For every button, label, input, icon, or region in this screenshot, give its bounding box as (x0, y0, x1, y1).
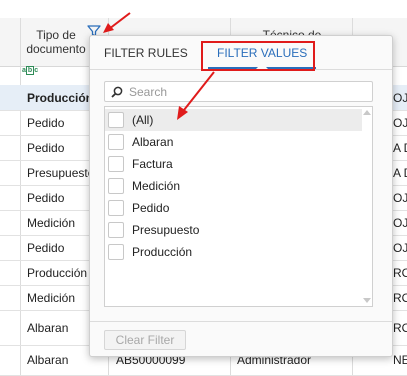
filter-value-item[interactable]: Factura (105, 153, 362, 175)
cell-truncated-column: OJ (393, 215, 407, 230)
cell-tipo-documento: Producción (27, 265, 88, 280)
filter-tabs: FILTER RULES FILTER VALUES (90, 36, 392, 71)
search-input[interactable] (129, 84, 365, 99)
cell-tipo-documento: Pedido (27, 140, 65, 155)
tab-filter-rules[interactable]: FILTER RULES (104, 46, 188, 60)
abc-text-filter-icon[interactable]: abc (22, 66, 38, 75)
filter-popup: FILTER RULES FILTER VALUES (All) Albaran F… (89, 35, 393, 357)
filter-value-item[interactable]: Pedido (105, 197, 362, 219)
scroll-up-icon[interactable] (363, 110, 371, 115)
cell-truncated-column: OJ (393, 240, 407, 255)
filter-value-item[interactable]: (All) (105, 109, 362, 131)
checkbox[interactable] (108, 244, 124, 260)
filter-value-label: (All) (132, 113, 154, 127)
checkbox[interactable] (108, 134, 124, 150)
cell-tipo-documento: Pedido (27, 190, 65, 205)
filter-value-item[interactable]: Presupuesto (105, 219, 362, 241)
cell-tipo-documento: Albaran (27, 353, 69, 367)
filter-value-label: Albaran (132, 135, 174, 149)
checkbox[interactable] (108, 112, 124, 128)
list-scrollbar[interactable] (362, 107, 372, 306)
filter-value-item[interactable]: Medición (105, 175, 362, 197)
column-header-tipo-line1: Tipo de (36, 28, 76, 42)
cell-truncated-column: NEW PRO (393, 353, 407, 367)
cell-truncated-column: RO (393, 320, 407, 335)
filter-value-label: Presupuesto (132, 223, 200, 237)
checkbox[interactable] (108, 156, 124, 172)
cell-truncated-column: RO (393, 265, 407, 280)
column-header-tipo-line2: documento (26, 42, 86, 56)
cell-tipo-documento: Medición (27, 290, 76, 305)
cell-truncated-column: A D (393, 140, 407, 155)
filter-value-item[interactable]: Producción (105, 241, 362, 263)
cell-truncated-column: OJ (393, 90, 407, 105)
search-icon (111, 86, 123, 98)
cell-tipo-documento: Pedido (27, 115, 65, 130)
cell-tipo-documento: Pedido (27, 240, 65, 255)
annotation-highlight-box (201, 41, 315, 71)
popup-footer: Clear Filter (90, 321, 392, 357)
cell-truncated-column: OJ (393, 115, 407, 130)
search-field[interactable] (104, 81, 373, 102)
filter-value-item[interactable]: Albaran (105, 131, 362, 153)
cell-tipo-documento: Producción (27, 90, 89, 105)
checkbox[interactable] (108, 222, 124, 238)
column-header-tipo-documento[interactable]: Tipo de documento (20, 18, 92, 66)
cell-tipo-documento: Albaran (27, 320, 69, 335)
cell-truncated-column: A D (393, 165, 407, 180)
cell-truncated-column: RO (393, 290, 407, 305)
clear-filter-button[interactable]: Clear Filter (104, 330, 186, 350)
filter-value-label: Producción (132, 245, 193, 259)
cell-tipo-documento: Medición (27, 215, 76, 230)
filter-value-label: Medición (132, 179, 181, 193)
cell-tipo-documento: Presupuesto (27, 165, 89, 180)
checkbox[interactable] (108, 200, 124, 216)
cell-truncated-column: OJ (393, 190, 407, 205)
filter-values-list[interactable]: (All) Albaran Factura Medición Pedido Presupu… (104, 106, 373, 307)
filter-value-label: Pedido (132, 201, 170, 215)
scroll-down-icon[interactable] (363, 298, 371, 303)
filter-value-label: Factura (132, 157, 173, 171)
checkbox[interactable] (108, 178, 124, 194)
